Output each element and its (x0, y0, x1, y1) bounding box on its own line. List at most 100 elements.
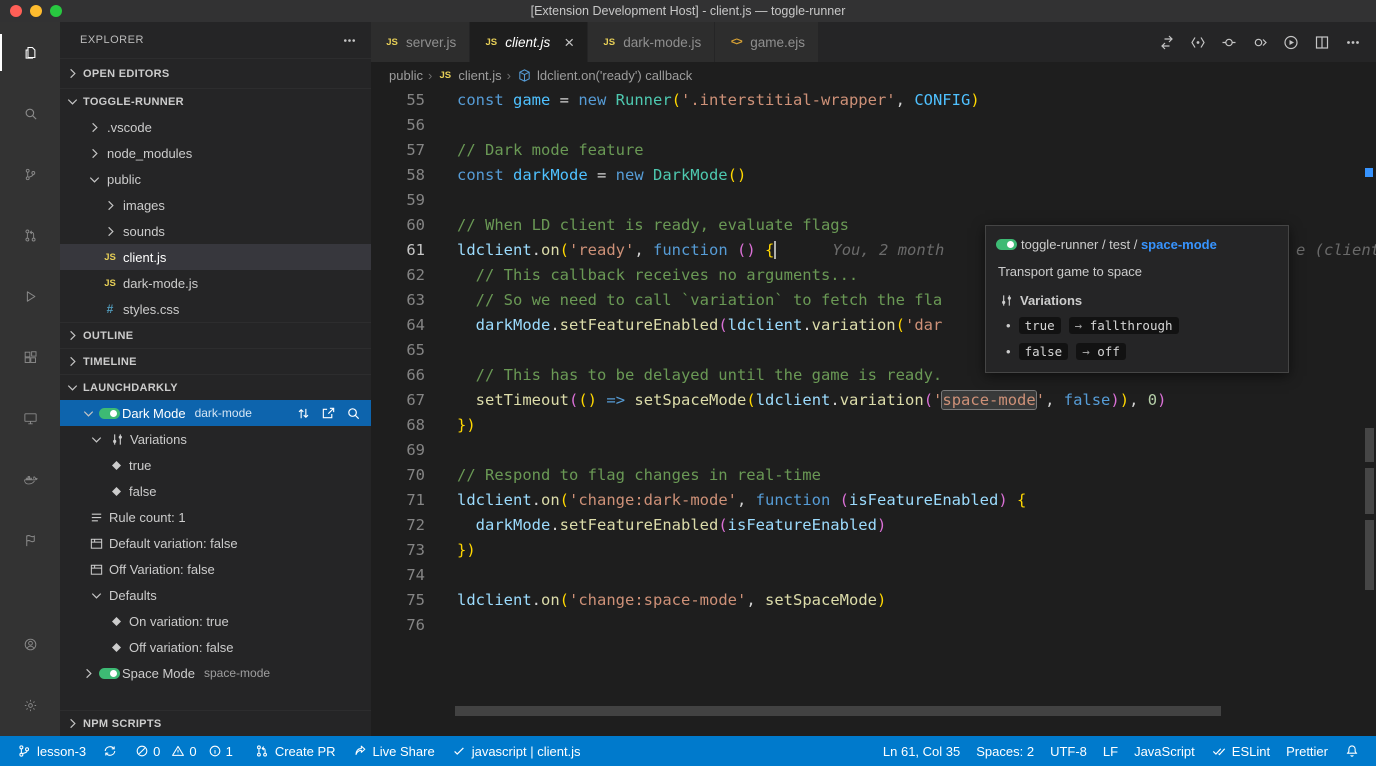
breadcrumb-item-client-js[interactable]: JSclient.js (437, 67, 501, 83)
horizontal-scrollbar[interactable] (455, 706, 1221, 716)
close-window-button[interactable] (10, 5, 22, 17)
ld-item-off-variation-false[interactable]: Off Variation: false (60, 556, 371, 582)
folder-sounds[interactable]: sounds (60, 218, 371, 244)
activity-docker[interactable] (0, 449, 60, 510)
line-number: 56 (371, 113, 457, 138)
ld-item-defaults[interactable]: Defaults (60, 582, 371, 608)
status-language-mode[interactable]: JavaScript (1126, 736, 1203, 766)
folder-vscode[interactable]: .vscode (60, 114, 371, 140)
line-number: 60 (371, 213, 457, 238)
zoom-window-button[interactable] (50, 5, 62, 17)
activity-remote-explorer[interactable] (0, 388, 60, 449)
open-changes-icon[interactable] (1159, 34, 1175, 50)
code-line-70[interactable]: 70// Respond to flag changes in real-tim… (371, 463, 1362, 488)
line-content: ldclient.on('change:space-mode', setSpac… (457, 588, 886, 613)
ld-item-variations[interactable]: Variations (60, 426, 371, 452)
status-prettier[interactable]: Prettier (1278, 736, 1336, 766)
ld-item-on-variation-true[interactable]: On variation: true (60, 608, 371, 634)
run-circle-icon[interactable] (1283, 34, 1299, 50)
flag-wrap-icon[interactable] (1190, 34, 1206, 50)
folder-node-modules[interactable]: node_modules (60, 140, 371, 166)
activity-github-pull-requests[interactable] (0, 205, 60, 266)
flag-open-icon[interactable] (1252, 34, 1268, 50)
status-branch[interactable]: lesson-3 (8, 736, 94, 766)
code-line-59[interactable]: 59 (371, 188, 1362, 213)
activity-bar-top (0, 22, 60, 571)
breadcrumb-item-public[interactable]: public (389, 68, 423, 83)
minimize-window-button[interactable] (30, 5, 42, 17)
status-encoding[interactable]: UTF-8 (1042, 736, 1095, 766)
tab-server-js[interactable]: JSserver.js (371, 22, 470, 62)
toggle-flag-icon[interactable] (295, 405, 311, 421)
ld-item-space-mode[interactable]: Space Modespace-mode (60, 660, 371, 686)
code-line-57[interactable]: 57// Dark mode feature (371, 138, 1362, 163)
code-line-75[interactable]: 75ldclient.on('change:space-mode', setSp… (371, 588, 1362, 613)
status-cursor-position[interactable]: Ln 61, Col 35 (875, 736, 968, 766)
split-editor-icon[interactable] (1314, 34, 1330, 50)
code-line-55[interactable]: 55const game = new Runner('.interstitial… (371, 88, 1362, 113)
activity-search[interactable] (0, 83, 60, 144)
section-launchdarkly[interactable]: LAUNCHDARKLY (60, 374, 371, 400)
status-indentation[interactable]: Spaces: 2 (968, 736, 1042, 766)
status-notifications[interactable] (1336, 736, 1368, 766)
code-line-69[interactable]: 69 (371, 438, 1362, 463)
ld-item-off-variation-false[interactable]: Off variation: false (60, 634, 371, 660)
ld-item-dark-mode[interactable]: Dark Modedark-mode (60, 400, 371, 426)
code-line-76[interactable]: 76 (371, 613, 1362, 638)
status-sync[interactable] (94, 736, 126, 766)
more-actions-icon[interactable] (341, 32, 357, 48)
activity-launchdarkly[interactable] (0, 510, 60, 571)
open-external-icon[interactable] (320, 405, 336, 421)
status-create-pr[interactable]: Create PR (246, 736, 344, 766)
flag-toggle-icon[interactable] (1221, 34, 1237, 50)
folder-images[interactable]: images (60, 192, 371, 218)
code-line-56[interactable]: 56 (371, 113, 1362, 138)
code-line-71[interactable]: 71ldclient.on('change:dark-mode', functi… (371, 488, 1362, 513)
arrow-icon: → (1082, 344, 1097, 359)
section-open-editors[interactable]: OPEN EDITORS (60, 58, 371, 88)
traffic-lights (10, 5, 62, 17)
more-icon[interactable] (1345, 34, 1361, 50)
code-line-74[interactable]: 74 (371, 563, 1362, 588)
file-client-js[interactable]: JSclient.js (60, 244, 371, 270)
status-language-status[interactable]: javascript | client.js (443, 736, 589, 766)
accounts-icon (22, 637, 38, 653)
folder-public[interactable]: public (60, 166, 371, 192)
ld-item-false[interactable]: false (60, 478, 371, 504)
close-icon[interactable]: × (564, 34, 574, 51)
code-line-68[interactable]: 68}) (371, 413, 1362, 438)
activity-source-control[interactable] (0, 144, 60, 205)
section-npm-scripts[interactable]: NPM SCRIPTS (60, 710, 371, 736)
breadcrumb-item-ldclient-on-ready-callback[interactable]: ldclient.on('ready') callback (516, 67, 692, 83)
activity-accounts[interactable] (0, 614, 60, 675)
file-dark-mode-js[interactable]: JSdark-mode.js (60, 270, 371, 296)
ld-item-rule-count-1[interactable]: Rule count: 1 (60, 504, 371, 530)
activity-explorer[interactable] (0, 22, 60, 83)
activity-run-debug[interactable] (0, 266, 60, 327)
section-outline[interactable]: OUTLINE (60, 322, 371, 348)
tab-client-js[interactable]: JSclient.js× (470, 22, 588, 62)
ld-item-true[interactable]: true (60, 452, 371, 478)
code-editor[interactable]: 55const game = new Runner('.interstitial… (371, 88, 1362, 736)
activity-settings[interactable] (0, 675, 60, 736)
code-line-67[interactable]: 67 setTimeout(() => setSpaceMode(ldclien… (371, 388, 1362, 413)
ld-item-default-variation-false[interactable]: Default variation: false (60, 530, 371, 556)
flag-link[interactable]: space-mode (1141, 237, 1217, 252)
code-line-58[interactable]: 58const darkMode = new DarkMode() (371, 163, 1362, 188)
tab-game-ejs[interactable]: <>game.ejs (715, 22, 819, 62)
tab-dark-mode-js[interactable]: JSdark-mode.js (588, 22, 715, 62)
section-project[interactable]: TOGGLE-RUNNER (60, 88, 371, 114)
activity-extensions[interactable] (0, 327, 60, 388)
status-eslint[interactable]: ESLint (1203, 736, 1278, 766)
search-small-icon[interactable] (345, 405, 361, 421)
line-number: 61 (371, 238, 457, 263)
status-eol[interactable]: LF (1095, 736, 1126, 766)
file-styles-css[interactable]: #styles.css (60, 296, 371, 322)
overview-ruler[interactable] (1362, 88, 1376, 736)
line-number: 69 (371, 438, 457, 463)
code-line-72[interactable]: 72 darkMode.setFeatureEnabled(isFeatureE… (371, 513, 1362, 538)
status-problems[interactable]: 001 (126, 736, 246, 766)
code-line-73[interactable]: 73}) (371, 538, 1362, 563)
status-live-share[interactable]: Live Share (344, 736, 443, 766)
section-timeline[interactable]: TIMELINE (60, 348, 371, 374)
